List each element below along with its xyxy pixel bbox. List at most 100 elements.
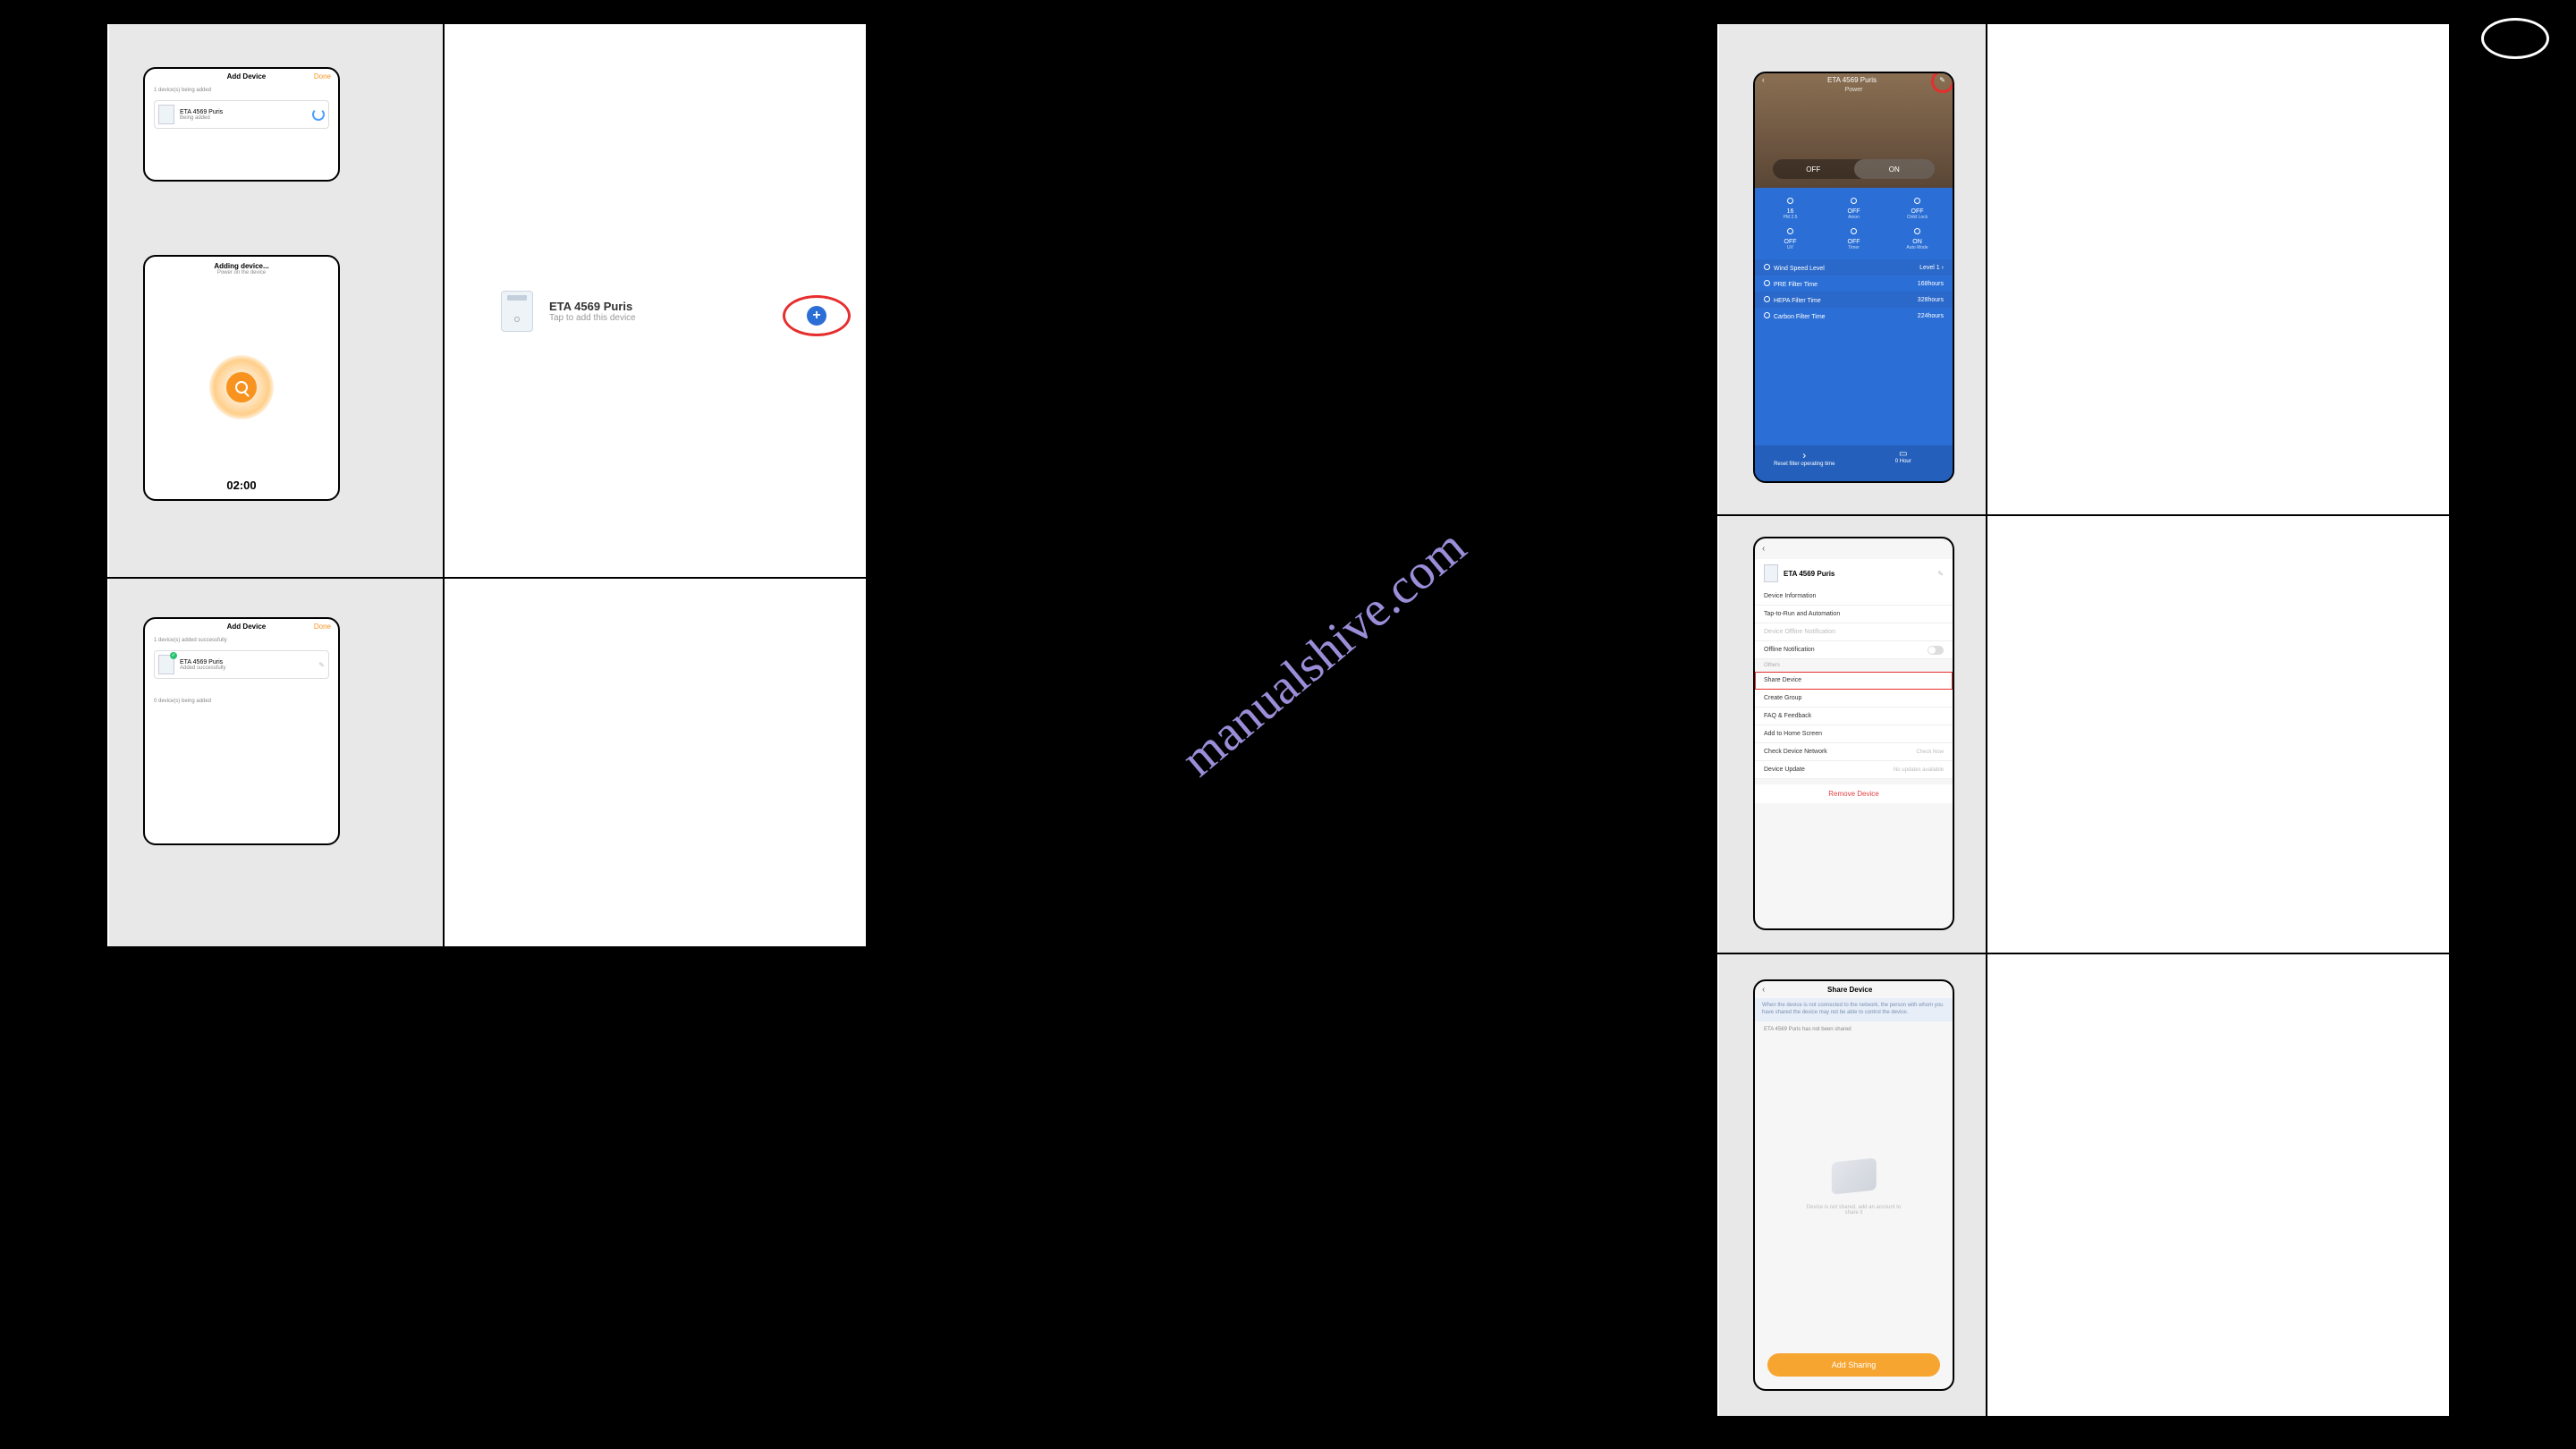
- control-tile[interactable]: ONAuto Mode: [1885, 224, 1949, 254]
- control-tile[interactable]: OFFAnion: [1822, 193, 1885, 224]
- device-icon: [1764, 564, 1778, 582]
- off-label: OFF: [1773, 159, 1854, 179]
- row-value: 168hours: [1918, 281, 1944, 287]
- control-row[interactable]: HEPA Filter Time328hours: [1755, 292, 1953, 308]
- on-label: ON: [1854, 159, 1936, 179]
- chevron-right-icon: ›: [1942, 265, 1944, 271]
- edit-icon[interactable]: ✎: [1937, 570, 1944, 578]
- control-tile[interactable]: OFFChild Lock: [1885, 193, 1949, 224]
- tile-value: ON: [1885, 239, 1949, 245]
- add-sharing-button[interactable]: Add Sharing: [1767, 1353, 1940, 1377]
- tile-value: OFF: [1822, 208, 1885, 215]
- settings-row: Device Offline Notification: [1755, 623, 1953, 641]
- tile-icon: [1822, 227, 1885, 237]
- monitor-icon: ▭: [1854, 449, 1953, 459]
- remove-device-button[interactable]: Remove Device: [1755, 784, 1953, 803]
- device-found-card: ETA 4569 Puris Tap to add this device: [501, 291, 636, 332]
- device-icon: ✓: [158, 655, 174, 674]
- settings-row[interactable]: Device Information: [1755, 588, 1953, 606]
- tile-icon: [1758, 227, 1822, 237]
- device-name: ETA 4569 Puris: [180, 109, 307, 115]
- hint-text: 1 device(s) being added: [145, 84, 338, 97]
- device-card[interactable]: ✓ ETA 4569 Puris Added successfully ✎: [154, 650, 329, 679]
- empty-illustration-icon: [1832, 1157, 1877, 1194]
- edit-icon-wrap: ✎: [1939, 76, 1945, 84]
- magnifier-icon: [235, 381, 248, 394]
- header-title: Adding device...: [145, 262, 338, 270]
- row-label: Add to Home Screen: [1764, 731, 1822, 737]
- settings-row[interactable]: Create Group: [1755, 690, 1953, 708]
- hline: [107, 946, 868, 948]
- power-toggle[interactable]: OFF ON: [1773, 159, 1935, 179]
- footer-right-label: 0 Hour: [1854, 459, 1953, 464]
- arrow-icon: ›: [1755, 449, 1854, 462]
- footer-left-label: Reset filter operating time: [1755, 462, 1854, 467]
- tile-label: Timer: [1822, 245, 1885, 250]
- control-tile[interactable]: 16PM 2.5: [1758, 193, 1822, 224]
- back-button[interactable]: ‹: [1755, 538, 1953, 559]
- settings-row[interactable]: Add to Home Screen: [1755, 725, 1953, 743]
- row-value: 224hours: [1918, 313, 1944, 319]
- hint-text: 1 device(s) added successfully: [145, 634, 338, 647]
- settings-row[interactable]: Share Device: [1755, 672, 1953, 690]
- row-value: Check Now: [1916, 750, 1944, 755]
- control-row[interactable]: Carbon Filter Time 224hours: [1755, 308, 1953, 324]
- control-row[interactable]: PRE Filter Time168hours: [1755, 275, 1953, 292]
- tile-label: PM 2.5: [1758, 215, 1822, 220]
- row-label: Wind Speed Level: [1764, 264, 1825, 272]
- tiles-grid: 16PM 2.5OFFAnionOFFChild LockOFFUVOFFTim…: [1755, 188, 1953, 259]
- add-highlight-circle: +: [783, 295, 851, 336]
- vline: [2449, 22, 2451, 1418]
- vline: [1986, 22, 1987, 1418]
- control-row[interactable]: Wind Speed LevelLevel 1 ›: [1755, 259, 1953, 275]
- toggle-switch[interactable]: [1928, 646, 1944, 655]
- watermark: manualshive.com: [945, 275, 1701, 1030]
- device-name: ETA 4569 Puris: [1784, 570, 1835, 578]
- footer-right[interactable]: ▭ 0 Hour: [1854, 445, 1953, 481]
- row-value: No updates available: [1894, 767, 1944, 773]
- control-rows: Wind Speed LevelLevel 1 ›PRE Filter Time…: [1755, 259, 1953, 324]
- settings-row[interactable]: Tap-to-Run and Automation: [1755, 606, 1953, 623]
- tile-value: 16: [1758, 208, 1822, 215]
- settings-row[interactable]: Offline Notification: [1755, 641, 1953, 659]
- device-icon: [158, 105, 174, 124]
- tile-icon: [1885, 227, 1949, 237]
- add-button[interactable]: +: [807, 306, 826, 326]
- tile-value: OFF: [1758, 239, 1822, 245]
- back-icon[interactable]: ‹: [1762, 76, 1765, 84]
- page-number-ellipse: [2481, 18, 2549, 59]
- row-label: Carbon Filter Time: [1764, 312, 1826, 320]
- empty-caption: Device is not shared, add an account to …: [1804, 1205, 1903, 1216]
- settings-row[interactable]: Check Device NetworkCheck Now: [1755, 743, 1953, 761]
- right-tab-1: [1699, 22, 1717, 514]
- back-icon[interactable]: ‹: [1762, 985, 1765, 995]
- tile-label: Anion: [1822, 215, 1885, 220]
- edit-icon[interactable]: ✎: [318, 661, 325, 669]
- page-title: Share Device: [1827, 986, 1872, 994]
- settings-row[interactable]: FAQ & Feedback: [1755, 708, 1953, 725]
- row-label: HEPA Filter Time: [1764, 296, 1821, 304]
- device-header-row[interactable]: ETA 4569 Puris ✎: [1755, 559, 1953, 588]
- phone-add-device-a: Add Device Done 1 device(s) being added …: [143, 67, 340, 182]
- right-tab-2: [1699, 514, 1717, 953]
- control-tile[interactable]: OFFTimer: [1822, 224, 1885, 254]
- tile-label: Auto Mode: [1885, 245, 1949, 250]
- info-banner: When the device is not connected to the …: [1755, 998, 1953, 1021]
- control-tile[interactable]: OFFUV: [1758, 224, 1822, 254]
- right-page: ‹ ETA 4569 Puris ✎ Power OFF ON 16PM 2.5…: [1699, 22, 2451, 1418]
- header-title: Add Device: [227, 72, 267, 80]
- control-header: ‹ ETA 4569 Puris ✎ Power OFF ON: [1755, 73, 1953, 188]
- spinner-icon: [312, 108, 325, 121]
- tile-icon: [1758, 197, 1822, 207]
- left-page: Add Device Done 1 device(s) being added …: [89, 22, 868, 948]
- phone-adding-device: Adding device... Power on the device 02:…: [143, 255, 340, 501]
- done-button[interactable]: Done: [314, 72, 331, 80]
- settings-row[interactable]: Device UpdateNo updates available: [1755, 761, 1953, 779]
- phone-control: ‹ ETA 4569 Puris ✎ Power OFF ON 16PM 2.5…: [1753, 72, 1954, 483]
- footer-left[interactable]: › Reset filter operating time: [1755, 445, 1854, 481]
- device-card[interactable]: ETA 4569 Puris Being added: [154, 100, 329, 129]
- done-button[interactable]: Done: [314, 623, 331, 631]
- section-label: Others: [1755, 659, 1953, 672]
- tile-label: UV: [1758, 245, 1822, 250]
- device-icon: [501, 291, 533, 332]
